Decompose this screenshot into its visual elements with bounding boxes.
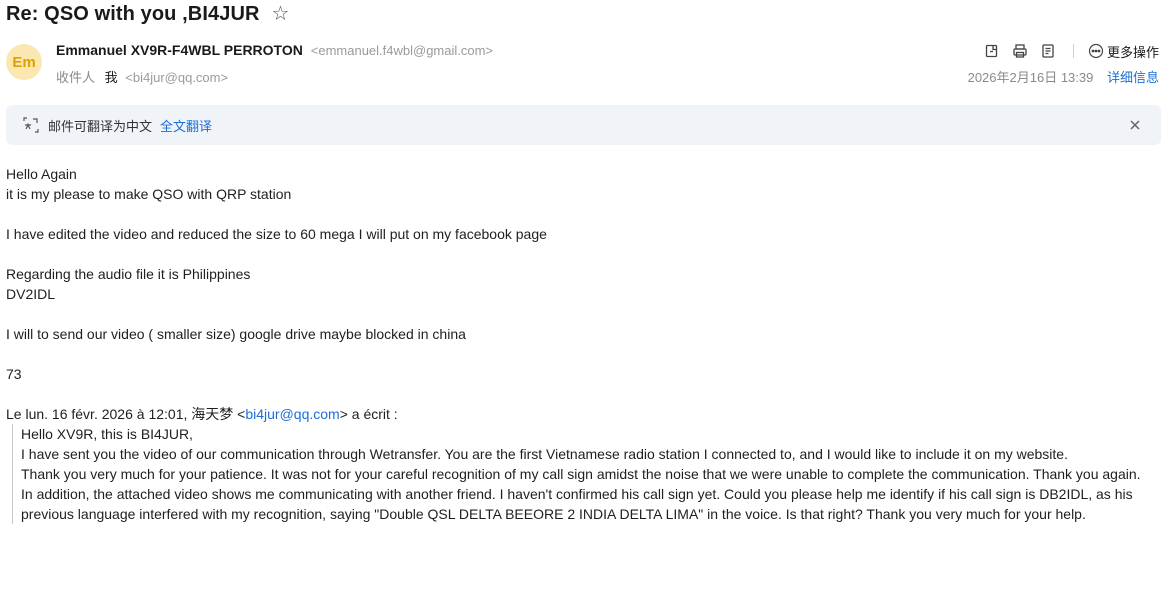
more-actions-button[interactable]: 更多操作 [1088,42,1159,61]
quote-line: In addition, the attached video shows me… [21,486,1133,522]
body-line: Regarding the audio file it is Philippin… [6,266,251,282]
note-icon[interactable] [1037,40,1059,62]
email-view: Re: QSO with you ,BI4JUR ☆ Em Emmanuel X… [0,0,1167,609]
translate-icon [22,116,40,134]
avatar[interactable]: Em [6,44,42,80]
email-date: 2026年2月16日 13:39 [967,70,1094,85]
from-line: Emmanuel XV9R-F4WBL PERROTON <emmanuel.f… [56,42,493,58]
body-line: DV2IDL [6,286,56,302]
quote-line: I have sent you the video of our communi… [21,446,1068,462]
quote-header: Le lun. 16 févr. 2026 à 12:01, 海天梦 <bi4j… [6,404,1164,424]
toolbar-divider [1072,44,1074,58]
open-new-window-icon[interactable] [981,40,1003,62]
translate-bar: 邮件可翻译为中文 全文翻译 [6,105,1161,145]
recipient-label: 收件人 [56,70,96,85]
star-icon[interactable]: ☆ [272,4,290,24]
action-toolbar: 更多操作 [981,40,1159,62]
close-icon[interactable] [1127,117,1143,133]
body-line: 73 [6,366,22,382]
quote-header-text: > a écrit : [339,406,398,422]
email-subject: Re: QSO with you ,BI4JUR [6,2,260,25]
recipient-email[interactable]: <bi4jur@qq.com> [125,70,228,85]
body-line: it is my please to make QSO with QRP sta… [6,186,292,202]
sender-name[interactable]: Emmanuel XV9R-F4WBL PERROTON [56,42,303,58]
details-link[interactable]: 详细信息 [1107,70,1159,85]
quoted-message: Hello XV9R, this is BI4JUR, I have sent … [12,424,1164,524]
body-line: I have edited the video and reduced the … [6,226,547,242]
body-line: I will to send our video ( smaller size)… [6,326,466,342]
recipient-name[interactable]: 我 [105,70,118,85]
to-line: 收件人 我 <bi4jur@qq.com> [56,67,228,86]
more-actions-label: 更多操作 [1106,44,1159,60]
quote-line: Hello XV9R, this is BI4JUR, [21,426,193,442]
meta-line: 2026年2月16日 13:39 详细信息 [968,67,1159,86]
quote-line: Thank you very much for your patience. I… [21,466,1141,482]
subject-row: Re: QSO with you ,BI4JUR ☆ [6,0,289,28]
print-icon[interactable] [1009,40,1031,62]
email-body: Hello Again it is my please to make QSO … [6,164,1164,524]
quoted-email-link[interactable]: bi4jur@qq.com [245,406,339,422]
more-icon [1088,43,1104,59]
sender-email[interactable]: <emmanuel.f4wbl@gmail.com> [311,43,493,58]
body-line: Hello Again [6,166,77,182]
quote-header-text: Le lun. 16 févr. 2026 à 12:01, 海天梦 < [6,406,246,422]
full-translate-link[interactable]: 全文翻译 [160,116,212,135]
translate-prompt: 邮件可翻译为中文 [48,118,153,134]
